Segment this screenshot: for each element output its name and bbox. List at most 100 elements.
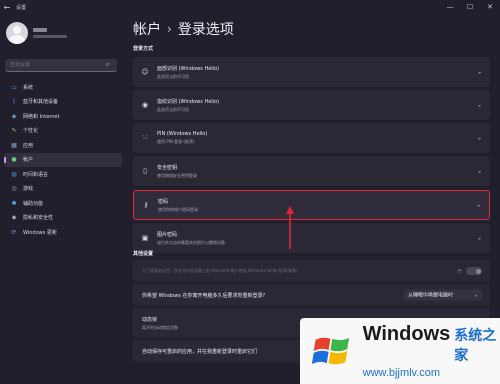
key-icon: ⚷ — [143, 201, 149, 209]
signin-option[interactable]: ◉ 指纹识别 (Windows Hello) 此选项当前不可用 ⌄ — [133, 90, 490, 120]
breadcrumb: 帐户 › 登录选项 — [133, 19, 234, 39]
breadcrumb-parent[interactable]: 帐户 — [133, 19, 161, 39]
gamepad-icon: ◎ — [11, 185, 17, 193]
sidebar: ⌕ ▭ 系统 ᛒ 蓝牙和其他设备 ◈ 网络和 Internet ✎ 个性化 ▦ 应用 ● 帐户 ◍ 时间和… — [0, 14, 124, 384]
signin-option-subtitle: 使用物理安全密钥登录 — [157, 172, 197, 178]
hello-only-text: 为了提高安全性，仅允许对此设备上的 Microsoft 帐户使用 Windows… — [142, 268, 298, 273]
search-icon[interactable]: ⌕ — [106, 61, 109, 69]
profile-text — [33, 28, 67, 38]
sidebar-item-label: 系统 — [23, 84, 34, 91]
windows-logo-icon — [311, 337, 350, 365]
sidebar-item-label: 帐户 — [23, 157, 34, 164]
dynamic-lock-subtitle: 离开时自动锁定设备 — [142, 324, 178, 330]
section-other-title: 其他设置 — [133, 251, 154, 257]
signin-option-text: 图片密码 轻扫并点击你最喜欢的照片以解锁设备 — [157, 231, 225, 246]
back-button[interactable]: ← — [0, 0, 14, 14]
chevron-down-icon[interactable]: ⌄ — [476, 202, 481, 209]
reauth-setting: 你希望 Windows 在你离开电脑多久后要求你重新登录? 从睡眠中唤醒电脑时 … — [133, 284, 490, 306]
sidebar-item[interactable]: ✎ 个性化 — [4, 124, 122, 139]
sidebar-item-label: 网络和 Internet — [23, 113, 60, 120]
signin-option-text: 面部识别 (Windows Hello) 此选项当前不可用 — [157, 65, 219, 80]
profile-email-redacted — [33, 35, 67, 38]
hello-only-toggle[interactable] — [466, 267, 482, 275]
chevron-down-icon: ⌄ — [473, 292, 478, 298]
signin-option-text: 指纹识别 (Windows Hello) 此选项当前不可用 — [157, 98, 219, 113]
sidebar-item-label: 时间和语言 — [23, 171, 49, 178]
sidebar-item-label: 隐私和安全性 — [23, 215, 54, 222]
sidebar-item-label: Windows 更新 — [23, 229, 57, 236]
sidebar-item[interactable]: ◈ 网络和 Internet — [4, 109, 122, 124]
apps-icon: ▦ — [11, 141, 17, 149]
usb-key-icon: ▯ — [143, 167, 147, 175]
reauth-dropdown-value: 从睡眠中唤醒电脑时 — [408, 292, 454, 299]
toggle-label: 开 — [456, 268, 462, 275]
search-input[interactable] — [10, 62, 106, 68]
title-bar: ← 设置 — ☐ ✕ — [0, 0, 500, 14]
chevron-down-icon[interactable]: ⌄ — [477, 102, 482, 109]
sidebar-item-label: 应用 — [23, 142, 34, 149]
signin-option[interactable]: ▣ 图片密码 轻扫并点击你最喜欢的照片以解锁设备 ⌄ — [133, 223, 490, 253]
search-box[interactable]: ⌕ — [5, 59, 117, 72]
sidebar-item[interactable]: ◆ 隐私和安全性 — [4, 211, 122, 226]
signin-option-text: 安全密钥 使用物理安全密钥登录 — [157, 164, 197, 179]
breadcrumb-separator: › — [167, 22, 172, 36]
dynamic-lock-title: 动态锁 — [142, 316, 158, 323]
watermark-brand-cn: 系统之家 — [454, 328, 497, 364]
signin-option-subtitle: 此选项当前不可用 — [157, 73, 189, 79]
accessibility-icon: ✱ — [11, 199, 17, 207]
signin-option-subtitle: 使用 PIN 登录 (推荐) — [157, 139, 195, 144]
hello-only-toggle-wrap: 开 — [457, 267, 482, 275]
avatar — [6, 22, 28, 44]
signin-option-title: 面部识别 (Windows Hello) — [157, 65, 220, 72]
profile-name-redacted — [33, 28, 47, 32]
signin-option-subtitle: 此选项当前不可用 — [157, 106, 189, 112]
face-icon: ☺ — [141, 68, 149, 76]
sidebar-item[interactable]: ◍ 时间和语言 — [4, 167, 122, 182]
chevron-down-icon[interactable]: ⌄ — [477, 69, 482, 76]
sidebar-item[interactable]: ᛒ 蓝牙和其他设备 — [4, 95, 122, 110]
signin-option[interactable]: ⁙ PIN (Windows Hello) 使用 PIN 登录 (推荐) ⌄ — [133, 123, 490, 153]
window-controls: — ☐ ✕ — [440, 0, 500, 14]
brush-icon: ✎ — [11, 127, 17, 135]
signin-option-title: 安全密钥 — [157, 164, 178, 171]
sidebar-item-label: 蓝牙和其他设备 — [23, 99, 59, 106]
sidebar-item[interactable]: ▭ 系统 — [4, 80, 122, 95]
globe-icon: ◍ — [11, 170, 17, 178]
wifi-icon: ◈ — [11, 112, 17, 120]
signin-option-title: 密码 — [158, 198, 169, 205]
minimize-button[interactable]: — — [440, 0, 460, 14]
app-title: 设置 — [16, 4, 27, 11]
fingerprint-icon: ◉ — [141, 101, 149, 109]
sidebar-item[interactable]: ▦ 应用 — [4, 138, 122, 153]
watermark-url: www.bjjmlv.com — [362, 367, 441, 379]
signin-option-title: 图片密码 — [157, 231, 178, 238]
chevron-down-icon[interactable]: ⌄ — [477, 168, 482, 175]
pin-icon: ⁙ — [142, 134, 148, 142]
watermark: Windows 系统之家 www.bjjmlv.com — [300, 318, 500, 384]
signin-option-text: PIN (Windows Hello) 使用 PIN 登录 (推荐) — [157, 131, 207, 145]
reauth-title: 你希望 Windows 在你离开电脑多久后要求你重新登录? — [142, 292, 266, 299]
sidebar-item[interactable]: ⟳ Windows 更新 — [4, 225, 122, 240]
signin-option[interactable]: ☺ 面部识别 (Windows Hello) 此选项当前不可用 ⌄ — [133, 57, 490, 87]
sidebar-item-label: 辅助功能 — [23, 200, 44, 207]
sidebar-item[interactable]: ✱ 辅助功能 — [4, 196, 122, 211]
sidebar-item[interactable]: ● 帐户 — [4, 152, 122, 167]
chevron-down-icon[interactable]: ⌄ — [477, 135, 482, 142]
signin-option[interactable]: ▯ 安全密钥 使用物理安全密钥登录 ⌄ — [133, 156, 490, 186]
bluetooth-icon: ᛒ — [12, 98, 16, 106]
person-icon: ● — [11, 156, 17, 164]
signin-option[interactable]: ⚷ 密码 使用你的帐户密码登录 ⌄ — [133, 190, 490, 220]
user-profile[interactable] — [6, 22, 67, 44]
reauth-dropdown[interactable]: 从睡眠中唤醒电脑时 ⌄ — [404, 289, 482, 301]
close-button[interactable]: ✕ — [480, 0, 500, 14]
annotation-arrow — [286, 206, 294, 249]
maximize-button[interactable]: ☐ — [460, 0, 480, 14]
monitor-icon: ▭ — [11, 83, 17, 91]
shield-icon: ◆ — [11, 214, 17, 222]
watermark-text: Windows 系统之家 www.bjjmlv.com — [363, 323, 500, 379]
sidebar-item[interactable]: ◎ 游戏 — [4, 182, 122, 197]
restart-apps-title: 自动保存可重启的应用，并在我重新登录时重启它们 — [142, 348, 258, 355]
signin-option-text: 密码 使用你的帐户密码登录 — [158, 198, 198, 213]
chevron-down-icon[interactable]: ⌄ — [477, 235, 482, 242]
update-icon: ⟳ — [11, 228, 17, 236]
